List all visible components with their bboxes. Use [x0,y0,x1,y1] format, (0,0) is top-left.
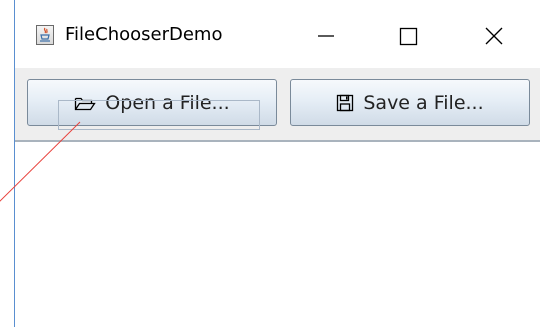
button-panel: Open a File... Save a File... [15,68,540,140]
close-icon [485,27,503,45]
save-file-button[interactable]: Save a File... [290,79,530,126]
floppy-disk-icon [337,94,354,111]
open-file-button[interactable]: Open a File... [27,79,277,130]
folder-open-icon [75,97,97,110]
close-button[interactable] [471,14,517,54]
save-file-label: Save a File... [363,91,484,114]
screen: FileChooserDemo Open a File... Save a Fi… [0,0,540,327]
open-file-label: Open a File... [105,91,230,114]
minimize-button[interactable] [303,14,349,54]
minimize-icon [318,35,334,37]
title-bar[interactable]: FileChooserDemo [15,0,540,68]
maximize-icon [399,27,418,46]
maximize-button[interactable] [385,14,431,54]
log-text-area[interactable] [15,140,540,327]
java-app-icon [36,25,54,45]
window-title: FileChooserDemo [65,24,223,45]
app-window: FileChooserDemo Open a File... Save a Fi… [14,0,540,327]
